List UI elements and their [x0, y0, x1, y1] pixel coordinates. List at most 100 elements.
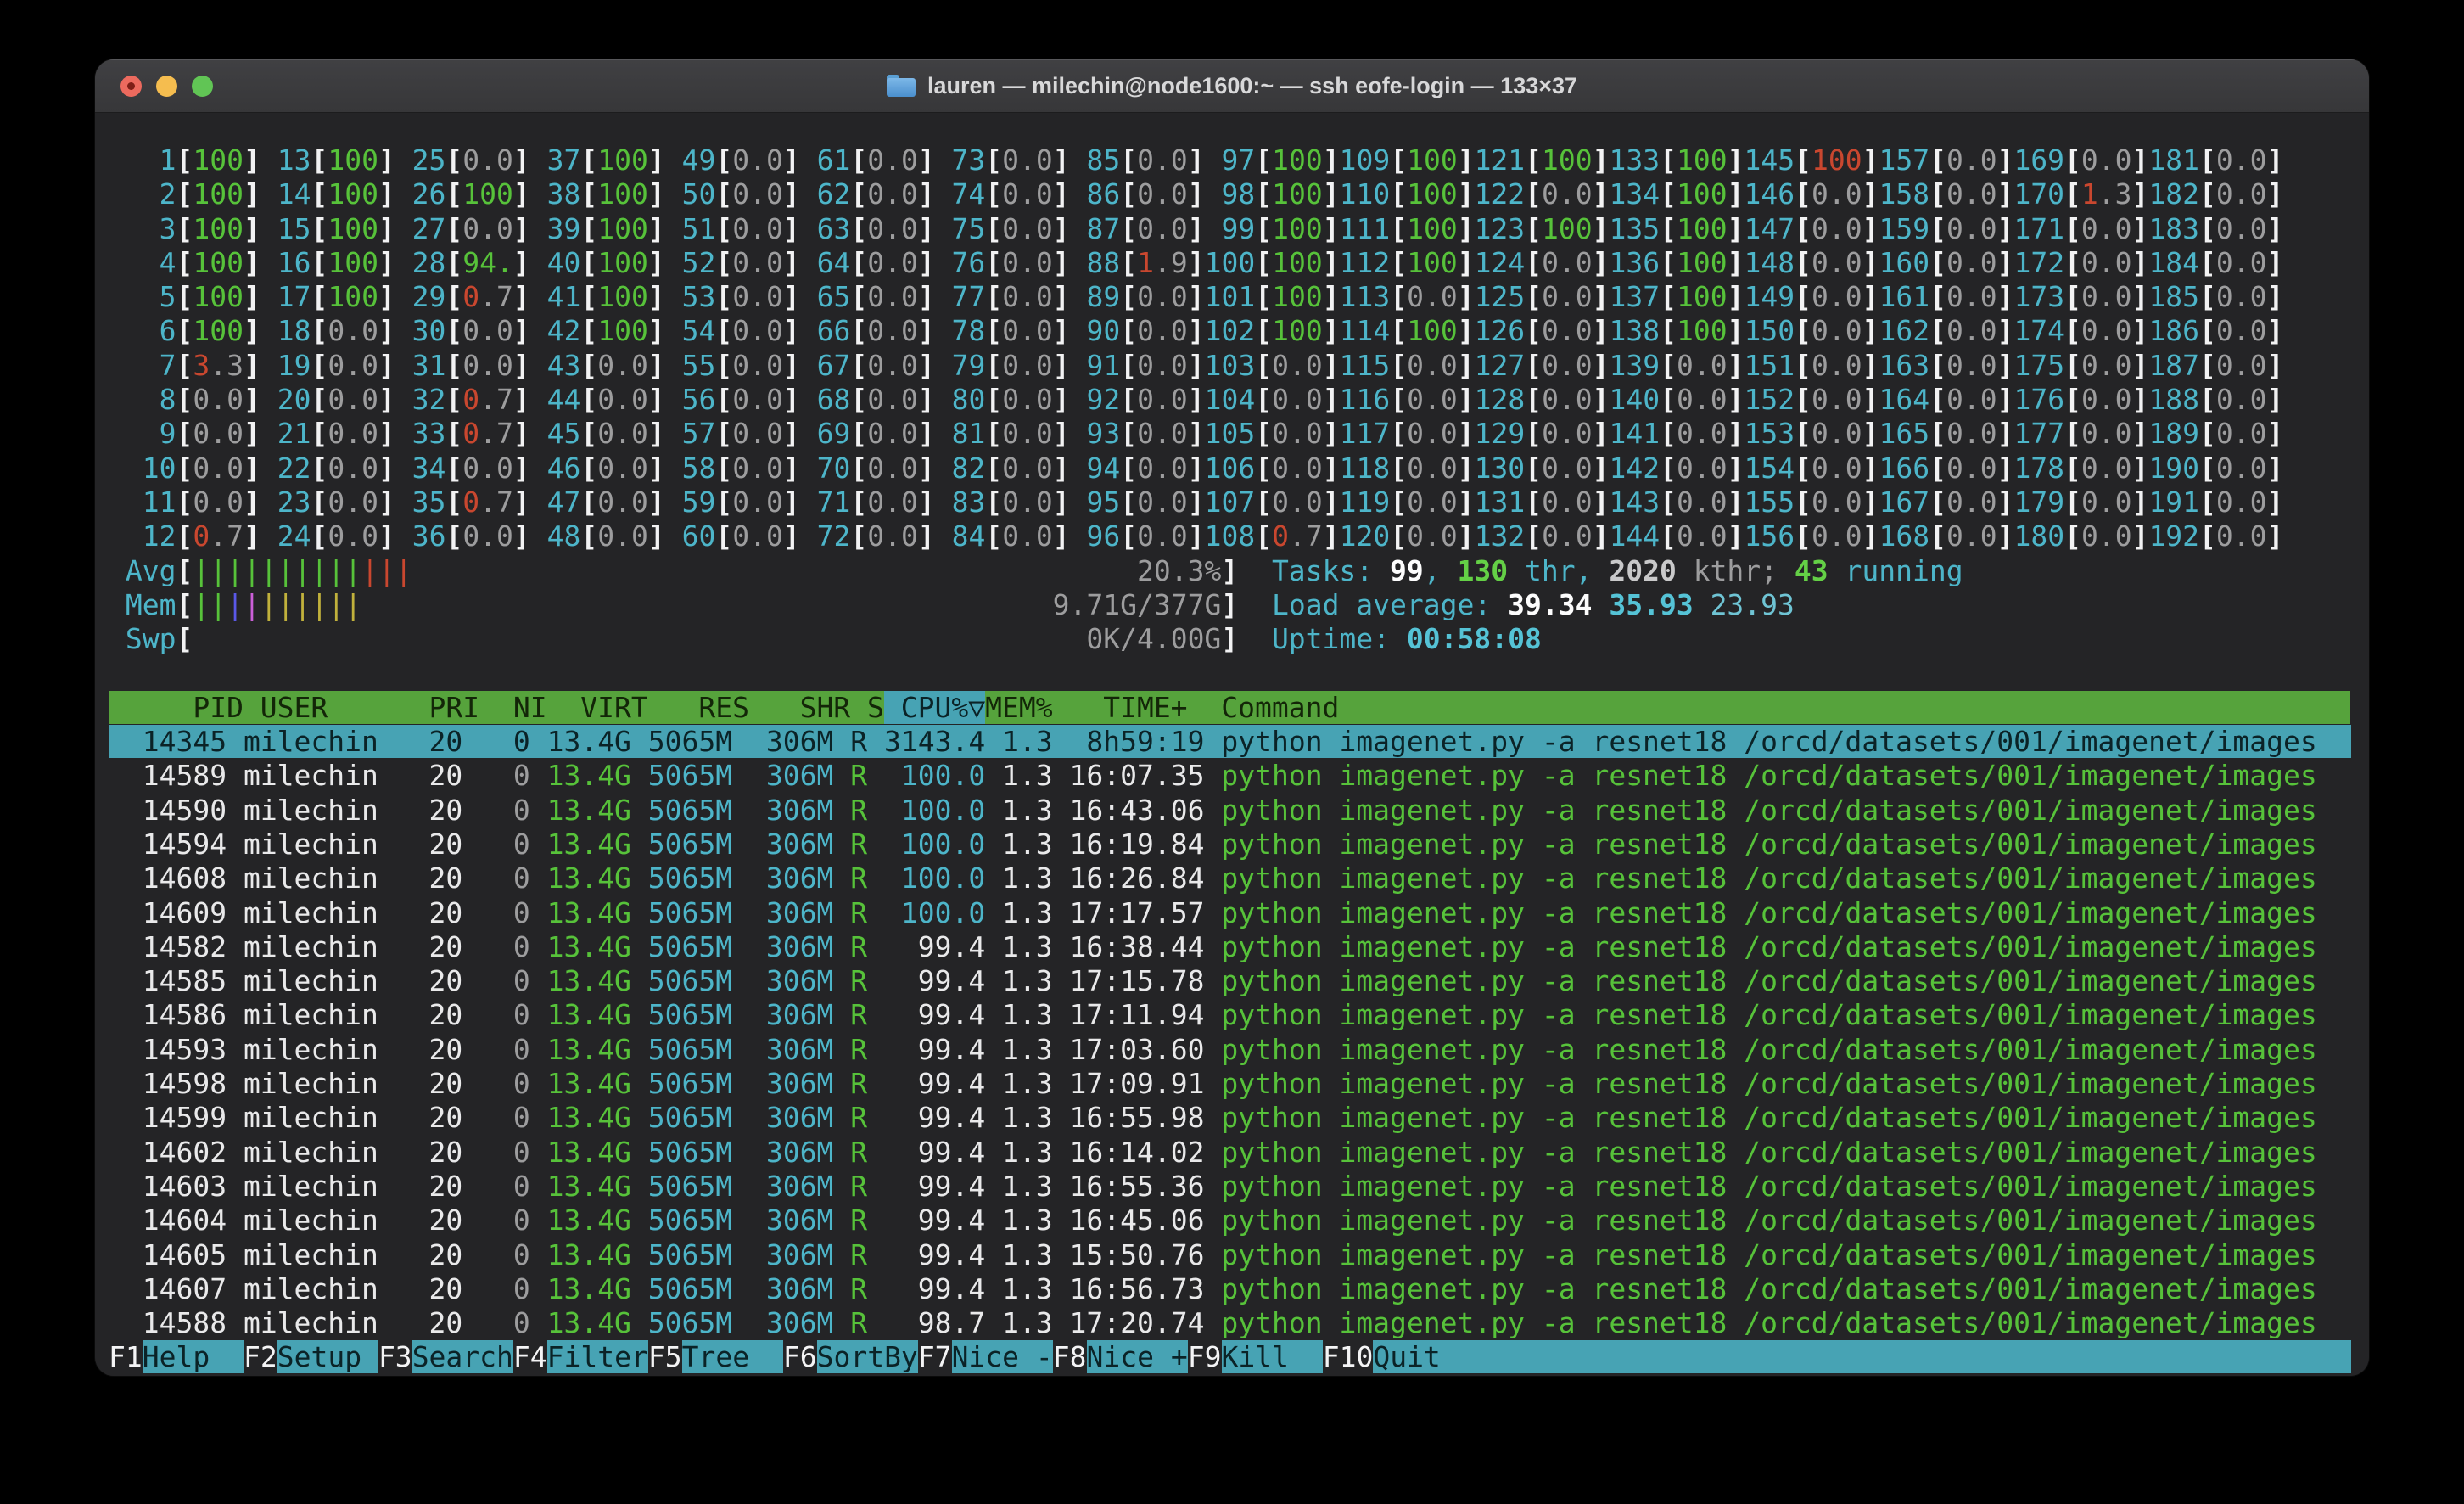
cpu-meter-70: 70[0.0]	[800, 452, 935, 485]
mem-label: Mem	[126, 588, 176, 621]
pid-cell: 14609	[109, 896, 227, 929]
cpu-meter-16: 16[100]	[260, 246, 395, 279]
pid-cell: 14599	[109, 1101, 227, 1134]
fkey-sortby[interactable]: F6SortBy	[783, 1340, 918, 1373]
process-table-header[interactable]: PID USER PRI NI VIRT RES SHR S CPU%▽MEM%…	[109, 691, 2369, 725]
time-cell: 17:09.91	[1053, 1067, 1205, 1100]
fkey-quit[interactable]: F10Quit	[1323, 1340, 1475, 1373]
cpu-meter-row: 4[100] 16[100] 28[94.] 40[100] 52[0.0] 6…	[109, 246, 2369, 280]
virt-cell: 13.4G	[530, 725, 631, 758]
cpu-meter-143: 143[0.0]	[1610, 485, 1744, 519]
fkey-filter[interactable]: F4Filter	[513, 1340, 648, 1373]
cpu-meter-168: 168[0.0]	[1879, 519, 2014, 553]
cpu-meter-73: 73[0.0]	[935, 143, 1070, 177]
cpu-meter-row: 10[0.0] 22[0.0] 34[0.0] 46[0.0] 58[0.0] …	[109, 452, 2369, 485]
time-cell: 16:55.98	[1053, 1101, 1205, 1134]
ni-cell: 0	[462, 1306, 529, 1339]
cpu-meter-174: 174[0.0]	[2013, 314, 2148, 347]
cpu-meter-170: 170[1.3]	[2013, 177, 2148, 210]
virt-cell: 13.4G	[530, 1033, 631, 1066]
process-row[interactable]: 14586 milechin 20 0 13.4G 5065M 306M R 9…	[109, 998, 2369, 1032]
cpu-meter-179: 179[0.0]	[2013, 485, 2148, 519]
cpu-meter-9: 9[0.0]	[126, 417, 260, 450]
user-cell: milechin	[227, 759, 412, 792]
cpu-meter-113: 113[0.0]	[1340, 280, 1475, 313]
close-button[interactable]	[120, 76, 142, 97]
process-row[interactable]: 14585 milechin 20 0 13.4G 5065M 306M R 9…	[109, 964, 2369, 998]
fkey-tree[interactable]: F5Tree	[648, 1340, 783, 1373]
process-row[interactable]: 14608 milechin 20 0 13.4G 5065M 306M R 1…	[109, 861, 2369, 895]
time-cell: 8h59:19	[1053, 725, 1205, 758]
process-row[interactable]: 14599 milechin 20 0 13.4G 5065M 306M R 9…	[109, 1101, 2369, 1135]
fkey-nice-[interactable]: F8Nice +	[1053, 1340, 1188, 1373]
cpu-meter-79: 79[0.0]	[935, 349, 1070, 382]
virt-cell: 13.4G	[530, 1136, 631, 1169]
swap-meter: Swp[ 0K/4.00G] Uptime: 00:58:08	[109, 622, 2369, 656]
fkey-kill[interactable]: F9Kill	[1188, 1340, 1323, 1373]
pri-cell: 20	[412, 964, 463, 997]
header-segment-2[interactable]: MEM% TIME+ Command	[985, 691, 1339, 724]
process-row[interactable]: 14594 milechin 20 0 13.4G 5065M 306M R 1…	[109, 828, 2369, 861]
fkey-setup[interactable]: F2Setup	[244, 1340, 378, 1373]
fkey-nice-[interactable]: F7Nice -	[918, 1340, 1053, 1373]
fkey-search[interactable]: F3Search	[378, 1340, 513, 1373]
cpu-cell: 99.4	[867, 1170, 985, 1203]
cpu-meter-22: 22[0.0]	[260, 452, 395, 485]
cpu-meter-136: 136[100]	[1610, 246, 1744, 279]
ni-cell: 0	[462, 1272, 529, 1305]
cpu-meter-181: 181[0.0]	[2148, 143, 2283, 177]
command-cell: python imagenet.py -a resnet18 /orcd/dat…	[1205, 794, 2317, 827]
pid-cell: 14589	[109, 759, 227, 792]
process-row[interactable]: 14605 milechin 20 0 13.4G 5065M 306M R 9…	[109, 1238, 2369, 1272]
cpu-meter-2: 2[100]	[126, 177, 260, 210]
ni-cell: 0	[462, 1033, 529, 1066]
cpu-meter-13: 13[100]	[260, 143, 395, 177]
cpu-meter-173: 173[0.0]	[2013, 280, 2148, 313]
cpu-meter-139: 139[0.0]	[1610, 349, 1744, 382]
cpu-meter-30: 30[0.0]	[395, 314, 530, 347]
mem-cell: 1.3	[985, 1101, 1052, 1134]
pri-cell: 20	[412, 1136, 463, 1169]
process-row[interactable]: 14588 milechin 20 0 13.4G 5065M 306M R 9…	[109, 1306, 2369, 1340]
mem-value: 9.71G/377G	[1053, 588, 1222, 621]
cpu-meter-159: 159[0.0]	[1879, 212, 2013, 245]
process-row[interactable]: 14590 milechin 20 0 13.4G 5065M 306M R 1…	[109, 794, 2369, 828]
process-row[interactable]: 14603 milechin 20 0 13.4G 5065M 306M R 9…	[109, 1170, 2369, 1204]
process-row[interactable]: 14589 milechin 20 0 13.4G 5065M 306M R 1…	[109, 759, 2369, 793]
header-segment-0[interactable]: PID USER PRI NI VIRT RES SHR S	[109, 691, 884, 724]
command-cell: python imagenet.py -a resnet18 /orcd/dat…	[1205, 1272, 2317, 1305]
cpu-meter-38: 38[100]	[530, 177, 665, 210]
res-cell: 5065M	[631, 964, 732, 997]
cpu-meter-5: 5[100]	[126, 280, 260, 313]
state-cell: R	[833, 1033, 867, 1066]
mem-cell: 1.3	[985, 1136, 1052, 1169]
fkey-help[interactable]: F1Help	[109, 1340, 244, 1373]
process-row[interactable]: 14593 milechin 20 0 13.4G 5065M 306M R 9…	[109, 1033, 2369, 1067]
cpu-meter-160: 160[0.0]	[1879, 246, 2013, 279]
cpu-meter-152: 152[0.0]	[1744, 383, 1879, 416]
ni-cell: 0	[462, 1067, 529, 1100]
process-row[interactable]: 14609 milechin 20 0 13.4G 5065M 306M R 1…	[109, 896, 2369, 930]
cpu-meter-61: 61[0.0]	[800, 143, 935, 177]
cpu-meter-10: 10[0.0]	[126, 452, 260, 485]
process-row[interactable]: 14598 milechin 20 0 13.4G 5065M 306M R 9…	[109, 1067, 2369, 1101]
shr-cell: 306M	[732, 1306, 833, 1339]
virt-cell: 13.4G	[530, 1204, 631, 1237]
minimize-button[interactable]	[156, 76, 177, 97]
process-row[interactable]: 14604 milechin 20 0 13.4G 5065M 306M R 9…	[109, 1204, 2369, 1237]
pid-cell: 14593	[109, 1033, 227, 1066]
sort-column-cpu[interactable]: CPU%▽	[884, 691, 985, 724]
process-row[interactable]: 14607 milechin 20 0 13.4G 5065M 306M R 9…	[109, 1272, 2369, 1306]
virt-cell: 13.4G	[530, 828, 631, 861]
process-row[interactable]: 14602 milechin 20 0 13.4G 5065M 306M R 9…	[109, 1136, 2369, 1170]
shr-cell: 306M	[732, 1101, 833, 1134]
cpu-meter-157: 157[0.0]	[1879, 143, 2013, 177]
cpu-meter-49: 49[0.0]	[665, 143, 800, 177]
process-row-selected[interactable]: 14345 milechin 20 0 13.4G 5065M 306M R 3…	[109, 725, 2369, 759]
command-cell: python imagenet.py -a resnet18 /orcd/dat…	[1205, 896, 2317, 929]
process-row[interactable]: 14582 milechin 20 0 13.4G 5065M 306M R 9…	[109, 930, 2369, 964]
virt-cell: 13.4G	[530, 861, 631, 895]
cpu-cell: 99.4	[867, 998, 985, 1031]
zoom-button[interactable]	[192, 76, 213, 97]
user-cell: milechin	[227, 1136, 412, 1169]
